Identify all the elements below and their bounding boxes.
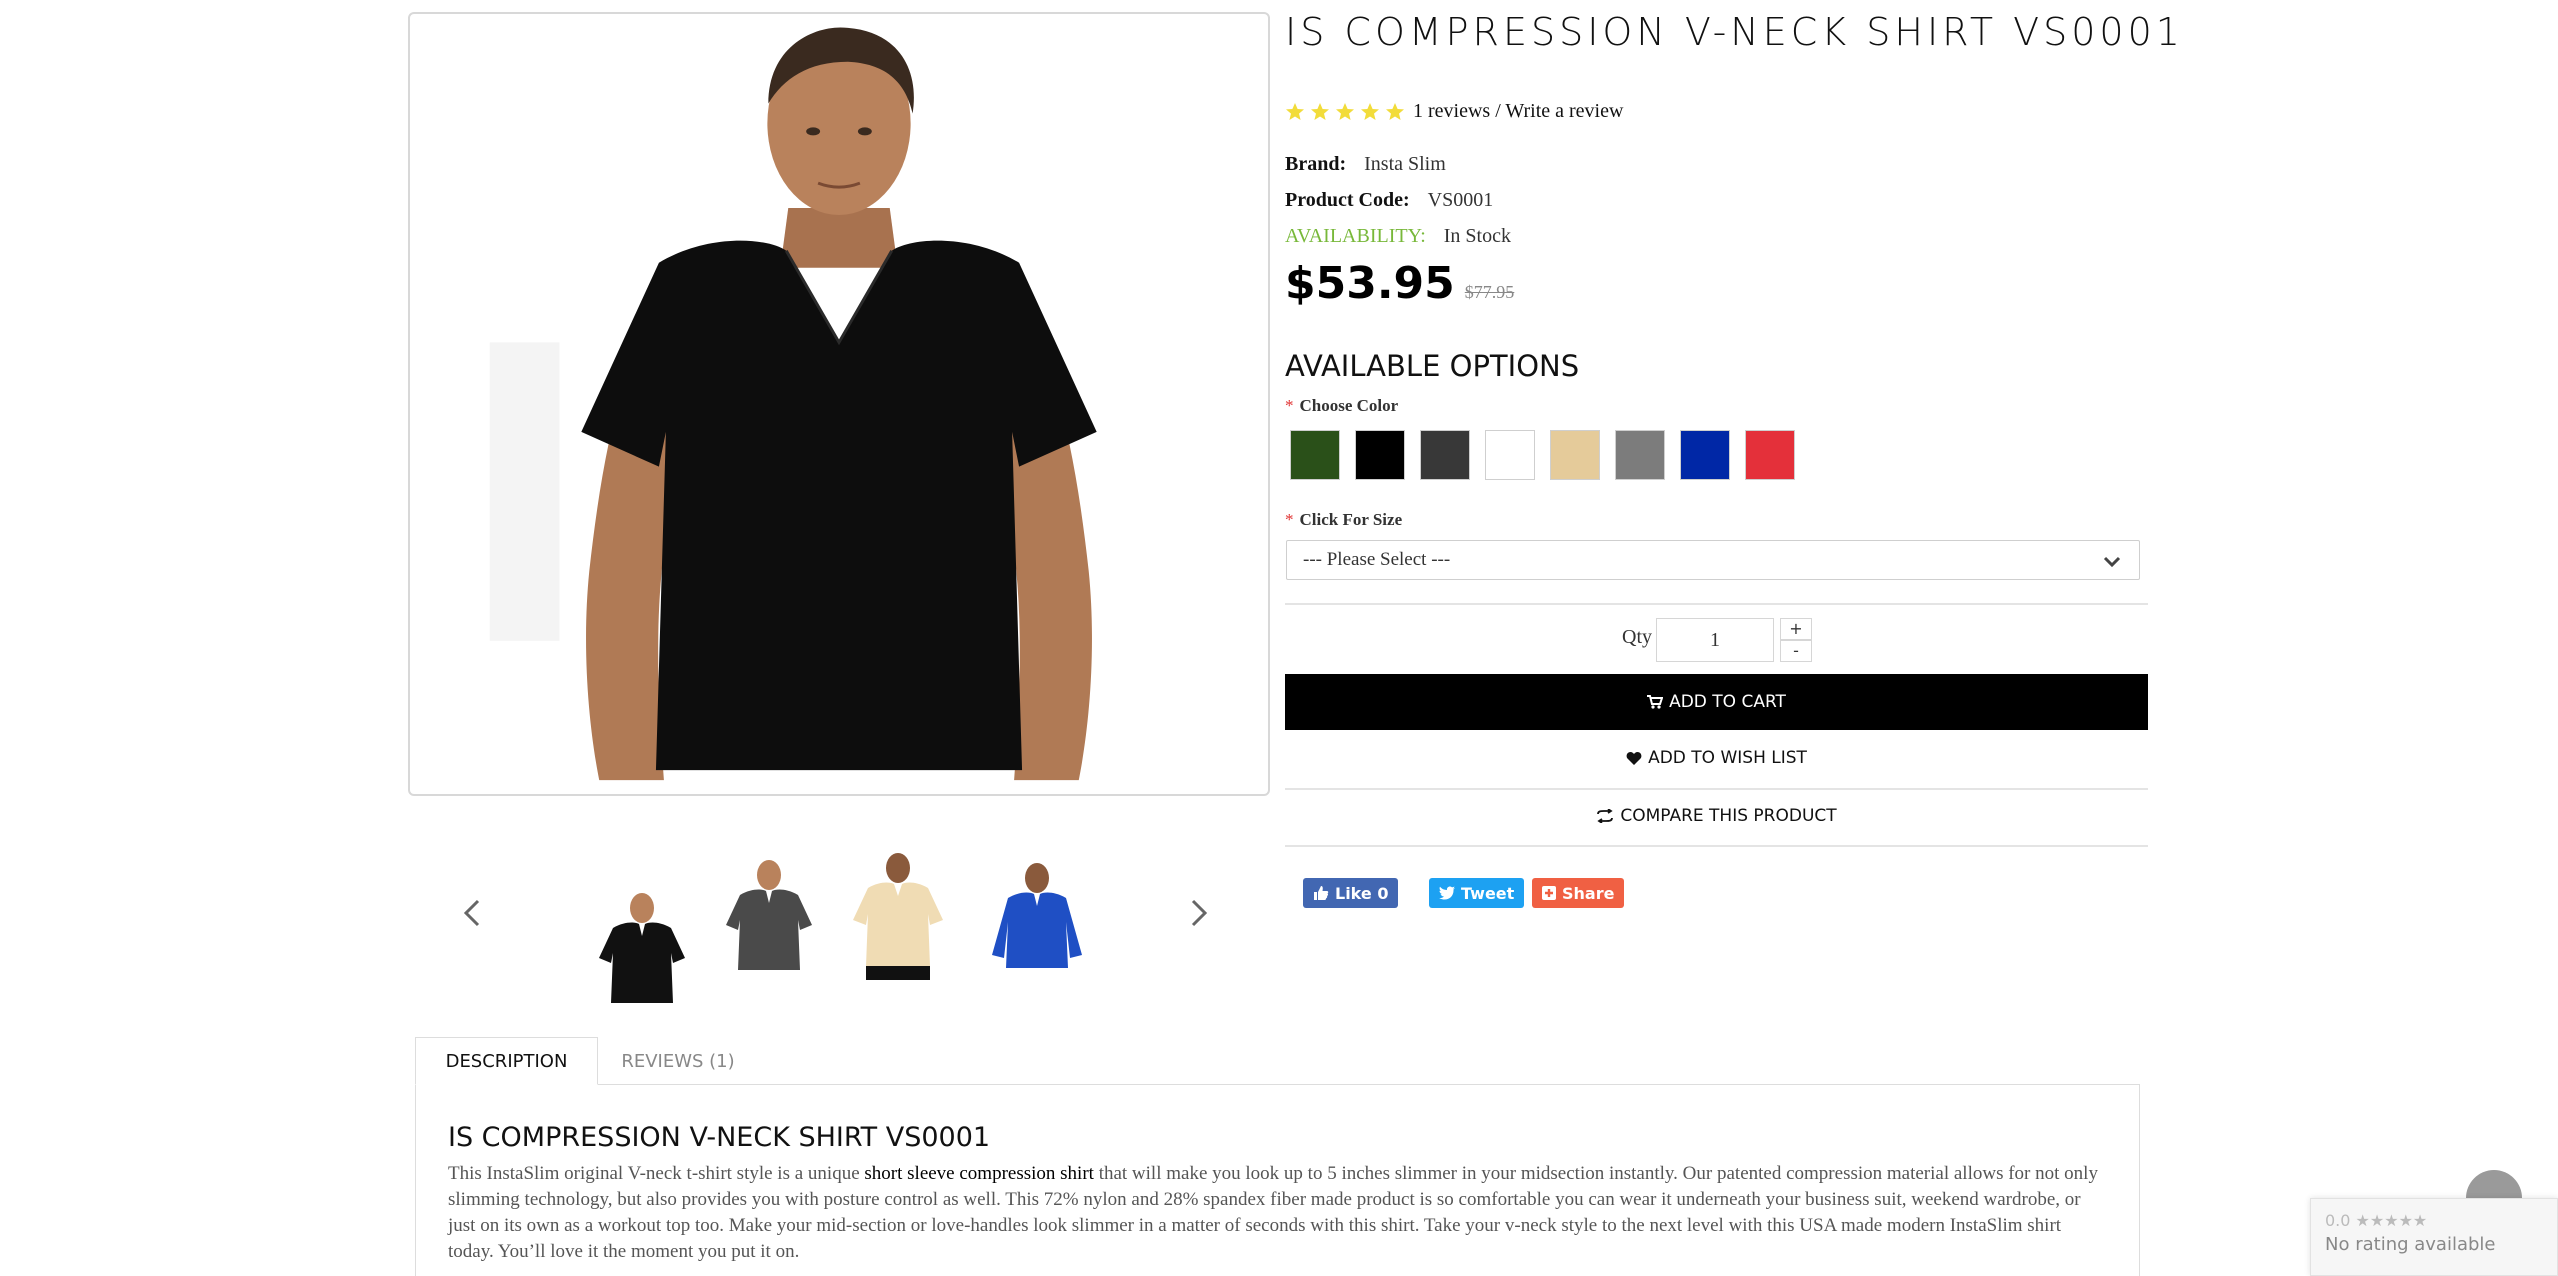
star-icon	[1385, 102, 1405, 122]
plus-square-icon	[1542, 886, 1556, 900]
reviews-link[interactable]: 1 reviews	[1413, 100, 1490, 122]
available-options-title: AVAILABLE OPTIONS	[1285, 349, 1580, 383]
description-text-start: This InstaSlim original V-neck t-shirt s…	[448, 1163, 865, 1184]
color-swatch-8[interactable]	[1745, 430, 1795, 480]
cart-icon	[1647, 695, 1664, 709]
size-label: * Click For Size	[1285, 510, 1402, 530]
thumbnail-black-shirt[interactable]	[595, 888, 690, 1003]
compare-product-label: COMPARE THIS PRODUCT	[1620, 806, 1837, 826]
thumbnail-prev-arrow-icon[interactable]	[453, 893, 493, 933]
compare-product-button[interactable]: COMPARE THIS PRODUCT	[1285, 796, 2148, 836]
size-select[interactable]: --- Please Select ---	[1286, 540, 2140, 580]
product-title: IS COMPRESSION V-NECK SHIRT VS0001	[1285, 10, 2184, 54]
availability-label: AVAILABILITY:	[1285, 225, 1426, 247]
size-label-text: Click For Size	[1299, 510, 1403, 529]
description-text: This InstaSlim original V-neck t-shirt s…	[448, 1161, 2108, 1265]
write-review-link[interactable]: Write a review	[1505, 100, 1623, 122]
color-swatch-4[interactable]	[1485, 430, 1535, 480]
color-swatch-1[interactable]	[1290, 430, 1340, 480]
qty-increase-button[interactable]: +	[1780, 618, 1812, 640]
add-to-wishlist-button[interactable]: ADD TO WISH LIST	[1285, 738, 2148, 778]
main-product-image[interactable]	[408, 12, 1270, 796]
rating-widget[interactable]: 0.0 ★★★★★ No rating available	[2310, 1198, 2558, 1276]
thumbnail-blue-shirt[interactable]	[990, 860, 1085, 975]
tweet-button[interactable]: Tweet	[1429, 878, 1525, 908]
facebook-like-button[interactable]: Like 0	[1303, 878, 1399, 908]
thumbnail-image	[726, 860, 812, 970]
choose-color-text: Choose Color	[1299, 396, 1399, 415]
star-icon	[1310, 102, 1330, 122]
brand-value[interactable]: Insta Slim	[1364, 153, 1446, 175]
thumbnail-image	[599, 893, 685, 1003]
thumbnail-next-arrow-icon[interactable]	[1178, 893, 1218, 933]
description-title: IS COMPRESSION V-NECK SHIRT VS0001	[448, 1122, 991, 1153]
rating-widget-score: 0.0 ★★★★★	[2325, 1211, 2428, 1230]
color-swatch-3[interactable]	[1420, 430, 1470, 480]
required-mark: *	[1285, 396, 1294, 415]
color-swatch-6[interactable]	[1615, 430, 1665, 480]
product-code-row: Product Code: VS0001	[1285, 189, 1493, 212]
rating-widget-text: No rating available	[2325, 1234, 2496, 1255]
color-swatch-2[interactable]	[1355, 430, 1405, 480]
add-to-cart-label: ADD TO CART	[1669, 692, 1786, 712]
compare-icon	[1597, 809, 1614, 823]
share-button[interactable]: Share	[1532, 878, 1625, 908]
old-price: $77.95	[1464, 282, 1515, 302]
thumbnail-grey-shirt[interactable]	[722, 855, 817, 975]
facebook-like-label: Like 0	[1335, 883, 1389, 903]
color-swatch-5[interactable]	[1550, 430, 1600, 480]
tab-reviews[interactable]: REVIEWS (1)	[602, 1037, 754, 1085]
tweet-label: Tweet	[1461, 883, 1515, 903]
rating-text: 1 reviews / Write a review	[1413, 100, 1623, 123]
star-icon	[1360, 102, 1380, 122]
add-to-cart-button[interactable]: ADD TO CART	[1285, 674, 2148, 730]
qty-input[interactable]	[1656, 618, 1774, 662]
rating-stars	[1285, 102, 1405, 122]
tab-description[interactable]: DESCRIPTION	[415, 1037, 598, 1085]
star-icon	[1335, 102, 1355, 122]
thumbnail-nude-shirt[interactable]	[848, 848, 948, 980]
thumbnail-image	[853, 853, 943, 980]
size-select-value: --- Please Select ---	[1303, 549, 1451, 570]
star-icon	[1285, 102, 1305, 122]
brand-label: Brand:	[1285, 153, 1347, 175]
color-swatch-7[interactable]	[1680, 430, 1730, 480]
share-label: Share	[1562, 883, 1615, 903]
price-row: $53.95 $77.95	[1285, 258, 1514, 309]
model-photo	[489, 27, 1097, 781]
compression-shirt-link[interactable]: short sleeve compression shirt	[864, 1163, 1094, 1184]
heart-icon	[1626, 751, 1642, 765]
color-swatches	[1290, 430, 1810, 480]
availability-row: AVAILABILITY: In Stock	[1285, 225, 1511, 248]
availability-value: In Stock	[1443, 225, 1511, 247]
brand-row: Brand: Insta Slim	[1285, 153, 1446, 176]
divider	[1285, 845, 2148, 847]
chevron-down-icon	[2103, 556, 2121, 568]
thumbnail-image	[992, 863, 1082, 968]
qty-label: Qty	[1622, 626, 1652, 648]
product-code-value: VS0001	[1427, 189, 1494, 211]
choose-color-label: * Choose Color	[1285, 396, 1398, 416]
required-mark: *	[1285, 510, 1294, 529]
twitter-bird-icon	[1439, 886, 1455, 900]
thumbs-up-icon	[1314, 886, 1329, 900]
add-to-wishlist-label: ADD TO WISH LIST	[1648, 748, 1807, 768]
rating-row: 1 reviews / Write a review	[1285, 100, 1623, 123]
divider	[1285, 788, 2148, 790]
qty-decrease-button[interactable]: -	[1780, 640, 1812, 662]
product-code-label: Product Code:	[1285, 189, 1410, 211]
rating-separator: /	[1490, 100, 1506, 122]
price: $53.95	[1285, 258, 1455, 309]
divider	[1285, 603, 2148, 605]
